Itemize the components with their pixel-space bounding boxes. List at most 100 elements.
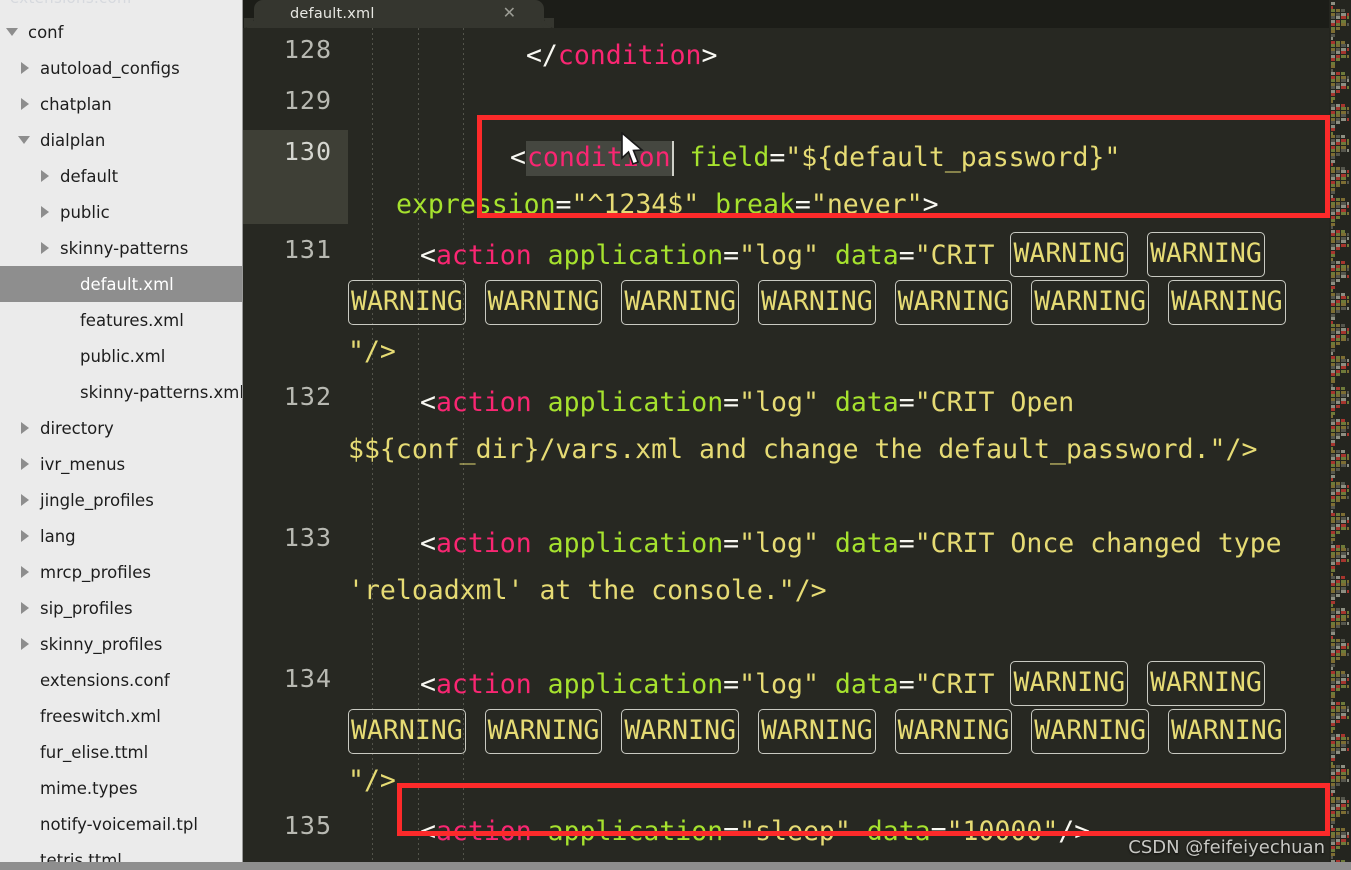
sidebar-item-public[interactable]: public [0, 194, 242, 230]
sidebar-item-sip-profiles[interactable]: sip_profiles [0, 590, 242, 626]
sidebar-item-mrcp-profiles[interactable]: mrcp_profiles [0, 554, 242, 590]
code-content[interactable]: 128 </condition> 129 130 <condition fiel… [243, 28, 1351, 870]
line-content[interactable]: </condition> [348, 28, 1351, 79]
no-twisty-spacer [58, 385, 73, 400]
sidebar-item-label: extensions.conf [40, 670, 170, 690]
tab-bar: default.xml ✕ [243, 0, 1351, 28]
no-twisty-spacer [18, 709, 33, 724]
sidebar-item-label: dialplan [40, 130, 106, 150]
chevron-down-icon[interactable] [18, 133, 33, 148]
token-punctuation: < [420, 387, 436, 418]
chevron-right-icon[interactable] [18, 493, 33, 508]
sidebar-item-label: freeswitch.xml [40, 706, 161, 726]
sidebar-item-extensions-conf[interactable]: extensions.conf [0, 662, 242, 698]
code-line-active[interactable]: 130 <condition field="${default_password… [243, 130, 1351, 228]
sidebar-item-skinny-patterns[interactable]: skinny-patterns [0, 230, 242, 266]
token-equals: = [723, 669, 740, 700]
minimap-line [1347, 772, 1349, 775]
spellcheck-warning-token: WARNING [484, 709, 603, 754]
line-content[interactable]: <action application="log" data="CRIT Ope… [348, 375, 1351, 473]
chevron-right-icon[interactable] [18, 61, 33, 76]
sidebar-item-lang[interactable]: lang [0, 518, 242, 554]
sidebar-item-chatplan[interactable]: chatplan [0, 86, 242, 122]
sidebar-item-default-xml[interactable]: default.xml [0, 266, 242, 302]
minimap-line [1341, 590, 1346, 593]
line-content[interactable] [348, 79, 1351, 130]
chevron-right-icon[interactable] [18, 601, 33, 616]
token-tag-name: action [435, 816, 532, 847]
sidebar-item-skinny-patterns-xml[interactable]: skinny-patterns.xml [0, 374, 242, 410]
sidebar-item-jingle-profiles[interactable]: jingle_profiles [0, 482, 242, 518]
chevron-right-icon[interactable] [18, 637, 33, 652]
code-line[interactable]: 132 <action application="log" data="CRIT… [243, 375, 1351, 516]
chevron-down-icon[interactable] [6, 25, 21, 40]
code-line[interactable]: 131 <action application="log" data="CRIT… [243, 228, 1351, 375]
line-content[interactable]: <action application="log" data="CRIT WAR… [348, 228, 1351, 375]
spellcheck-warning-token: WARNING [1031, 280, 1149, 325]
minimap-line [1341, 558, 1346, 562]
no-twisty-spacer [58, 313, 73, 328]
sidebar-item-fur-elise-ttml[interactable]: fur_elise.ttml [0, 734, 242, 770]
code-line[interactable]: 134 <action application="log" data="CRIT… [243, 657, 1351, 804]
file-tree[interactable]: conf autoload_configs chatplan dialplan defa… [0, 14, 242, 870]
minimap-line [1336, 751, 1340, 754]
token-equals: = [898, 387, 915, 418]
token-tag-name-selected[interactable]: condition [525, 141, 674, 176]
minimap-line [1341, 86, 1346, 89]
close-icon[interactable]: ✕ [503, 3, 516, 23]
sidebar-item-dialplan[interactable]: dialplan [0, 122, 242, 158]
line-content[interactable]: <action application="log" data="CRIT WAR… [348, 657, 1351, 804]
chevron-right-icon[interactable] [38, 169, 53, 184]
sidebar-item-label: directory [40, 418, 114, 438]
line-number: 131 [283, 235, 332, 264]
line-content[interactable]: <action application="log" data="CRIT Onc… [348, 516, 1351, 614]
minimap-line [1347, 677, 1349, 681]
sidebar-item-mime-types[interactable]: mime.types [0, 770, 242, 806]
sidebar-item-public-xml[interactable]: public.xml [0, 338, 242, 374]
minimap-line [1336, 58, 1340, 61]
code-line[interactable]: 129 [243, 79, 1351, 130]
line-content[interactable]: <condition field="${default_password}" e… [348, 130, 1351, 228]
minimap-line [1347, 464, 1349, 467]
minimap-line [1341, 527, 1346, 530]
sidebar-item-default[interactable]: default [0, 158, 242, 194]
sidebar-item-features-xml[interactable]: features.xml [0, 302, 242, 338]
minimap-line [1336, 184, 1340, 187]
token-equals: = [723, 816, 740, 847]
chevron-right-icon[interactable] [18, 529, 33, 544]
minimap-line [1347, 369, 1349, 373]
sidebar-item-autoload-configs[interactable]: autoload_configs [0, 50, 242, 86]
minimap-line [1341, 401, 1346, 404]
chevron-right-icon[interactable] [38, 241, 53, 256]
minimap-line [1341, 653, 1346, 656]
code-line[interactable]: 128 </condition> [243, 28, 1351, 79]
minimap-line [1347, 740, 1349, 744]
minimap-line [1336, 89, 1340, 93]
chevron-right-icon[interactable] [18, 457, 33, 472]
sidebar-item-label: jingle_profiles [40, 490, 154, 510]
file-tree-sidebar[interactable]: extensions.conf conf autoload_configschat… [0, 0, 243, 870]
chevron-right-icon[interactable] [18, 421, 33, 436]
sidebar-item-label: mrcp_profiles [40, 562, 152, 582]
sidebar-item-conf[interactable]: conf [0, 14, 242, 50]
tab-default-xml[interactable]: default.xml ✕ [244, 0, 554, 28]
sidebar-item-skinny-profiles[interactable]: skinny_profiles [0, 626, 242, 662]
sidebar-item-ivr-menus[interactable]: ivr_menus [0, 446, 242, 482]
minimap-scrollbar[interactable] [1329, 0, 1351, 870]
token-attr-name: application [547, 669, 724, 700]
minimap-line [1347, 779, 1349, 782]
sidebar-item-freeswitch-xml[interactable]: freeswitch.xml [0, 698, 242, 734]
token-attr-name: data [866, 816, 931, 847]
code-line[interactable]: 133 <action application="log" data="CRIT… [243, 516, 1351, 657]
sidebar-item-directory[interactable]: directory [0, 410, 242, 446]
chevron-right-icon[interactable] [38, 205, 53, 220]
minimap-line [1336, 373, 1340, 376]
minimap-line [1336, 814, 1340, 817]
sidebar-item-notify-voicemail-tpl[interactable]: notify-voicemail.tpl [0, 806, 242, 842]
window-bottom-edge [0, 862, 1351, 870]
token-attr-name: data [834, 240, 899, 271]
chevron-right-icon[interactable] [18, 565, 33, 580]
no-twisty-spacer [58, 277, 73, 292]
chevron-right-icon[interactable] [18, 97, 33, 112]
token-equals: = [794, 189, 811, 220]
